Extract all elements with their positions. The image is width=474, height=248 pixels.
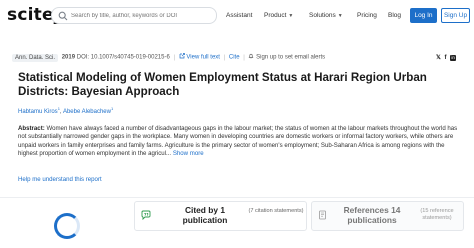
share-icons: 𝕏 f in — [436, 54, 457, 61]
author-name: Habtamu Kiros — [18, 109, 58, 115]
twitter-icon[interactable]: 𝕏 — [436, 55, 441, 61]
nav-solutions[interactable]: Solutions ▼ — [309, 12, 343, 19]
search-icon — [58, 11, 68, 21]
external-link-icon — [179, 53, 185, 59]
abstract: Abstract: Women have always faced a numb… — [18, 125, 460, 158]
nav-blog[interactable]: Blog — [388, 12, 401, 19]
publication-year: 2019 — [61, 54, 76, 61]
nav-solutions-label: Solutions — [309, 12, 336, 19]
email-alerts-link[interactable]: Sign up to set email alerts — [256, 55, 325, 61]
bell-icon — [249, 53, 254, 59]
author-link[interactable]: Abebe Alebachew1 — [62, 106, 114, 115]
chevron-down-icon: ▼ — [337, 13, 343, 19]
nav-product[interactable]: Product ▼ — [264, 12, 293, 19]
journal-badge: Ann. Data. Sci. — [12, 53, 59, 62]
author-list: Habtamu Kiros1, Abebe Alebachew1 — [18, 106, 114, 115]
login-button[interactable]: Log In — [410, 8, 437, 23]
section-divider — [0, 197, 474, 198]
abstract-text: Women have always faced a number of disa… — [18, 125, 458, 157]
chevron-down-icon: ▼ — [288, 13, 294, 19]
author-name: Abebe Alebachew — [62, 109, 111, 115]
signup-button[interactable]: Sign Up — [441, 8, 470, 23]
nav-assistant-label: Assistant — [226, 12, 253, 19]
paper-meta-row: Ann. Data. Sci. 2019 DOI: 10.1007/s40745… — [12, 53, 325, 63]
divider: | — [173, 54, 176, 61]
cite-link[interactable]: Cite — [229, 55, 240, 61]
view-full-text-link[interactable]: View full text — [186, 55, 220, 61]
cited-by-panel[interactable]: Cited by 1 publication (7 citation state… — [134, 201, 307, 231]
show-more-link[interactable]: Show more — [173, 150, 204, 157]
search-box[interactable] — [51, 7, 217, 24]
nav-assistant[interactable]: Assistant — [226, 12, 252, 19]
nav-blog-label: Blog — [388, 12, 402, 19]
search-input[interactable] — [71, 9, 211, 22]
facebook-icon[interactable]: f — [445, 55, 447, 61]
nav-product-label: Product — [264, 12, 287, 19]
top-navigation: scite_ Assistant Product▼ Solutions▼ Pri… — [0, 0, 474, 32]
author-link[interactable]: Habtamu Kiros1 — [18, 106, 60, 115]
author-affiliation-number: 1 — [110, 106, 114, 111]
quote-bubble-icon — [141, 210, 151, 220]
loading-spinner-icon — [54, 213, 80, 239]
reference-statements-count: (15 reference statements) — [420, 208, 454, 221]
divider: | — [243, 54, 245, 61]
cited-by-count: Cited by 1 publication — [182, 205, 228, 225]
nav-pricing[interactable]: Pricing — [357, 12, 377, 19]
help-understand-report-link[interactable]: Help me understand this report — [18, 176, 102, 183]
linkedin-icon[interactable]: in — [450, 55, 457, 61]
citation-statements-count: (7 citation statements) — [248, 208, 304, 214]
divider: | — [223, 54, 226, 61]
abstract-label: Abstract: — [18, 125, 45, 132]
references-count: References 14 publications — [343, 205, 401, 225]
nav-pricing-label: Pricing — [357, 12, 377, 19]
paper-title: Statistical Modeling of Women Employment… — [18, 71, 427, 98]
doi-text: DOI: 10.1007/s40745-019-00215-6 — [76, 54, 170, 61]
references-panel[interactable]: References 14 publications (15 reference… — [311, 201, 464, 231]
document-list-icon — [319, 210, 326, 220]
